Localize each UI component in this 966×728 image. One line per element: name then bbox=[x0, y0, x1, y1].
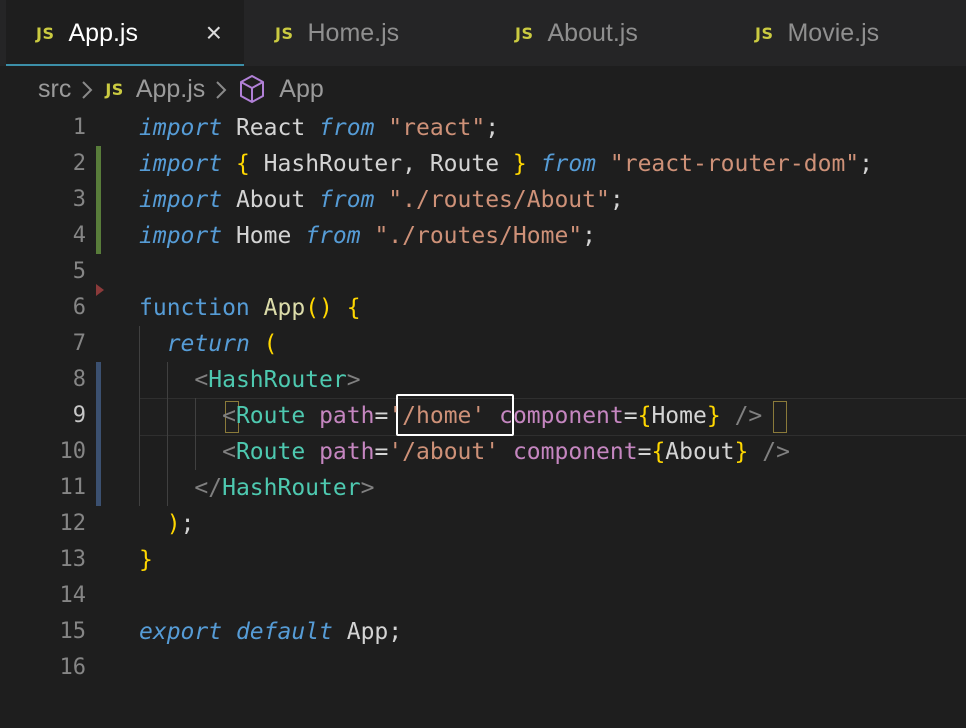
tab-label: App.js bbox=[68, 18, 138, 47]
tab-about-js[interactable]: JS About.js bbox=[515, 0, 638, 66]
javascript-file-icon: JS bbox=[275, 23, 294, 43]
line-number: 15 bbox=[59, 619, 87, 644]
code-line: 6 function App() { bbox=[0, 290, 966, 326]
code-text: <HashRouter> bbox=[194, 367, 361, 393]
line-number: 12 bbox=[59, 511, 87, 536]
line-number: 2 bbox=[72, 151, 86, 176]
line-number: 9 bbox=[72, 403, 86, 428]
cube-icon bbox=[239, 74, 265, 104]
code-text: ); bbox=[166, 511, 195, 537]
tab-label: About.js bbox=[547, 18, 638, 47]
line-number: 13 bbox=[59, 547, 87, 572]
line-number: 8 bbox=[72, 367, 86, 392]
code-text: return ( bbox=[166, 331, 278, 357]
editor-tab-bar: JS App.js × JS Home.js JS About.js JS Mo… bbox=[0, 0, 966, 66]
tab-movie-js[interactable]: JS Movie.js bbox=[755, 0, 879, 66]
breadcrumb-symbol[interactable]: App bbox=[279, 75, 323, 104]
code-text: import { HashRouter, Route } from "react… bbox=[139, 151, 873, 177]
line-number: 3 bbox=[72, 187, 86, 212]
breadcrumb-file[interactable]: App.js bbox=[136, 75, 205, 104]
code-line: 12 ); bbox=[0, 506, 966, 542]
tab-app-js[interactable]: JS App.js × bbox=[6, 0, 244, 66]
code-text: </HashRouter> bbox=[194, 475, 375, 501]
close-icon[interactable]: × bbox=[206, 19, 222, 47]
line-number: 4 bbox=[72, 223, 86, 248]
tab-home-js[interactable]: JS Home.js bbox=[275, 0, 399, 66]
code-line: 15 export default App; bbox=[0, 614, 966, 650]
code-line: 4 import Home from "./routes/Home"; bbox=[0, 218, 966, 254]
line-number: 10 bbox=[59, 439, 87, 464]
code-line: 16 bbox=[0, 650, 966, 686]
code-line: 7 return ( bbox=[0, 326, 966, 362]
line-number: 16 bbox=[59, 655, 87, 680]
code-editor[interactable]: 1 import React from "react"; 2 import { … bbox=[0, 110, 966, 728]
code-text: <Route path='/about' component={About} /… bbox=[222, 439, 790, 465]
code-text: <Route path='/home' component={Home} /> bbox=[222, 403, 763, 429]
code-text: function App() { bbox=[139, 295, 361, 321]
code-line: 3 import About from "./routes/About"; bbox=[0, 182, 966, 218]
javascript-file-icon: JS bbox=[755, 23, 774, 43]
line-number: 11 bbox=[59, 475, 87, 500]
tab-label: Movie.js bbox=[787, 18, 880, 47]
code-line: 13 } bbox=[0, 542, 966, 578]
line-number: 1 bbox=[72, 115, 86, 140]
chevron-right-icon bbox=[213, 70, 233, 108]
code-line: 10 <Route path='/about' component={About… bbox=[0, 434, 966, 470]
javascript-file-icon: JS bbox=[105, 79, 124, 99]
javascript-file-icon: JS bbox=[515, 23, 534, 43]
breadcrumb: src JS App.js App bbox=[38, 70, 324, 108]
code-line: 14 bbox=[0, 578, 966, 614]
code-text: import React from "react"; bbox=[139, 115, 500, 141]
code-line-current: 9 <Route path='/home' component={Home} /… bbox=[0, 398, 966, 434]
line-number: 14 bbox=[59, 583, 87, 608]
code-line: 5 bbox=[0, 254, 966, 290]
chevron-right-icon bbox=[79, 70, 99, 108]
line-number: 6 bbox=[72, 295, 86, 320]
code-text: import Home from "./routes/Home"; bbox=[139, 223, 597, 249]
javascript-file-icon: JS bbox=[36, 23, 55, 43]
line-number: 5 bbox=[72, 259, 86, 284]
breadcrumb-folder[interactable]: src bbox=[38, 75, 71, 104]
code-text: export default App; bbox=[139, 619, 403, 645]
code-line: 1 import React from "react"; bbox=[0, 110, 966, 146]
code-text: import About from "./routes/About"; bbox=[139, 187, 624, 213]
code-line: 11 </HashRouter> bbox=[0, 470, 966, 506]
code-line: 8 <HashRouter> bbox=[0, 362, 966, 398]
code-text: } bbox=[139, 547, 153, 573]
code-line: 2 import { HashRouter, Route } from "rea… bbox=[0, 146, 966, 182]
tab-label: Home.js bbox=[307, 18, 400, 47]
line-number: 7 bbox=[72, 331, 86, 356]
